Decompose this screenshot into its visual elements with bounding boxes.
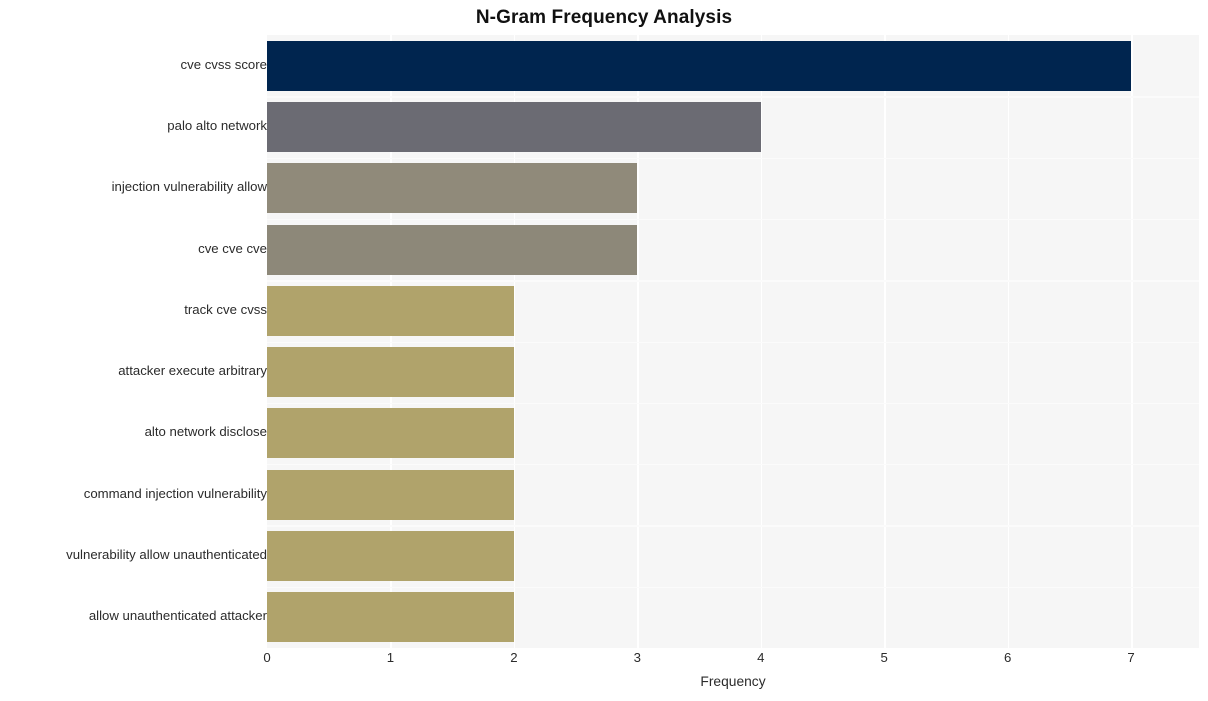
y-axis-tick-label: cve cvss score: [180, 56, 267, 72]
gridline-horizontal: [267, 525, 1199, 527]
chart-figure: N-Gram Frequency Analysis cve cvss score…: [0, 0, 1208, 701]
bar: [267, 285, 514, 336]
x-axis-title: Frequency: [700, 674, 766, 689]
y-axis-tick-label: allow unauthenticated attacker: [88, 608, 267, 624]
bar: [267, 592, 514, 643]
y-axis-tick-labels: cve cvss score palo alto network injection…: [0, 35, 267, 648]
x-axis-tick-label: 0: [263, 650, 271, 665]
plot-area: [267, 35, 1199, 648]
x-axis-tick-label: 7: [1127, 650, 1135, 665]
bar: [267, 469, 514, 520]
gridline-horizontal: [267, 218, 1199, 221]
gridline-horizontal: [267, 341, 1199, 343]
chart-title: N-Gram Frequency Analysis: [475, 7, 733, 28]
y-axis-tick-label: injection vulnerability allow: [111, 179, 267, 195]
bar: [267, 224, 638, 275]
gridline-horizontal: [267, 402, 1199, 405]
gridline-horizontal: [267, 96, 1199, 98]
gridline-horizontal: [267, 586, 1199, 589]
y-axis-tick-label: alto network disclose: [144, 424, 267, 440]
y-axis-tick-label: command injection vulnerability: [83, 485, 267, 501]
y-axis-tick-label: cve cve cve: [198, 240, 267, 256]
gridline-horizontal: [267, 157, 1199, 159]
x-axis-tick-labels: 0 1 2 3 4 5 6 7: [263, 650, 1199, 672]
x-axis-tick-label: 3: [633, 650, 641, 665]
x-axis-tick-label: 5: [880, 650, 888, 665]
bar: [267, 40, 1132, 91]
gridline-horizontal: [267, 280, 1199, 282]
bar: [267, 163, 638, 214]
y-axis-tick-label: vulnerability allow unauthenticated: [66, 547, 267, 563]
x-axis-tick-label: 4: [757, 650, 765, 665]
bar: [267, 531, 514, 582]
y-axis-tick-label: attacker execute arbitrary: [118, 363, 267, 379]
gridline-horizontal: [267, 464, 1199, 466]
x-axis-tick-label: 1: [386, 650, 395, 665]
y-axis-tick-label: track cve cvss: [184, 301, 267, 317]
bar: [267, 101, 761, 152]
bar: [267, 408, 514, 459]
x-axis-tick-label: 2: [510, 650, 518, 665]
bar: [267, 347, 514, 398]
x-axis-tick-label: 6: [1003, 650, 1012, 665]
y-axis-tick-label: palo alto network: [167, 117, 267, 133]
